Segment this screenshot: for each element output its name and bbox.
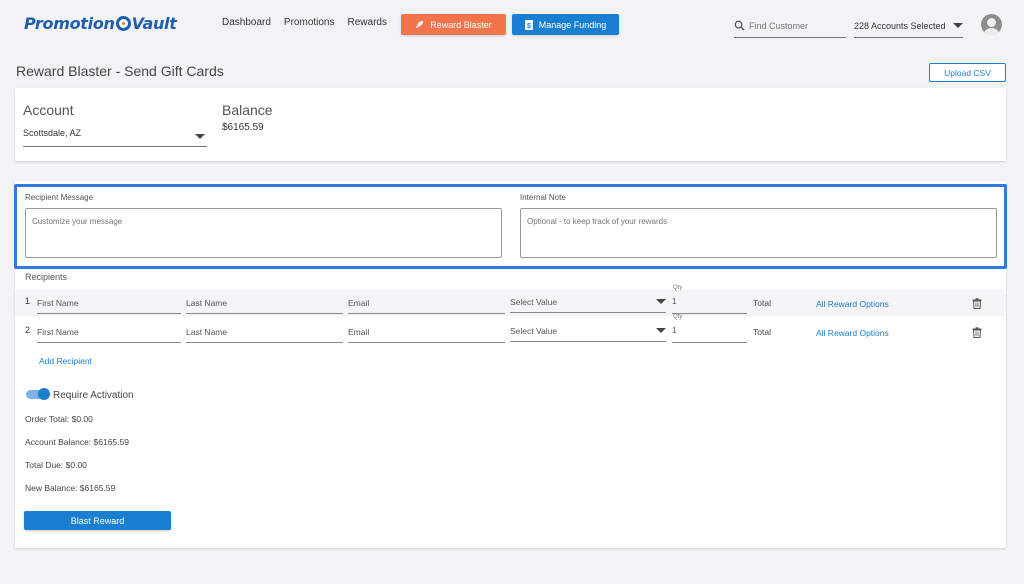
nav-rewards[interactable]: Rewards	[348, 17, 387, 28]
manage-funding-label: Manage Funding	[538, 19, 607, 30]
select-value-text: Select Value	[510, 296, 558, 307]
internal-note-label: Internal Note	[520, 193, 566, 202]
vault-dial-icon	[115, 15, 131, 31]
chevron-down-icon	[195, 134, 205, 139]
row-total: Total	[753, 298, 771, 308]
qty-input[interactable]: 1	[672, 321, 747, 343]
find-customer-input[interactable]	[749, 20, 839, 31]
new-balance-text: New Balance: $6165.59	[25, 483, 116, 493]
account-value: Scottsdale, AZ	[23, 128, 82, 138]
promotion-vault-logo[interactable]: Promotion Vault	[24, 12, 177, 34]
reward-blaster-label: Reward Blaster	[430, 19, 492, 30]
account-select[interactable]: Scottsdale, AZ	[23, 128, 207, 147]
search-icon	[734, 20, 745, 31]
svg-text:$: $	[527, 23, 531, 30]
top-header: Promotion Vault Dashboard Promotions Rew…	[0, 0, 1024, 48]
reward-value-select[interactable]: Select Value	[510, 320, 666, 342]
reward-blaster-button[interactable]: Reward Blaster	[401, 14, 506, 35]
upload-csv-button[interactable]: Upload CSV	[929, 63, 1006, 82]
last-name-input[interactable]: Last Name	[186, 321, 343, 343]
nav-promotions[interactable]: Promotions	[284, 17, 335, 28]
email-input[interactable]: Email	[348, 292, 505, 314]
last-name-input[interactable]: Last Name	[186, 292, 343, 314]
account-balance-text: Account Balance: $6165.59	[25, 437, 129, 447]
all-reward-options-link[interactable]: All Reward Options	[816, 328, 889, 338]
logo-text-vault: Vault	[131, 13, 177, 33]
all-reward-options-link[interactable]: All Reward Options	[816, 299, 889, 309]
select-value-text: Select Value	[510, 325, 558, 336]
first-name-input[interactable]: First Name	[37, 321, 181, 343]
rocket-icon	[416, 20, 424, 29]
balance-label: Balance	[222, 102, 273, 118]
row-total: Total	[753, 327, 771, 337]
chevron-down-icon	[656, 299, 666, 304]
add-recipient-link[interactable]: Add Recipient	[39, 356, 92, 366]
require-activation-label: Require Activation	[53, 390, 134, 401]
chevron-down-icon	[656, 328, 666, 333]
balance-value: $6165.59	[222, 122, 264, 133]
first-name-input[interactable]: First Name	[37, 292, 181, 314]
qty-label: Qty	[673, 285, 683, 291]
account-label: Account	[23, 102, 74, 118]
find-customer-field[interactable]	[734, 14, 846, 38]
qty-label: Qty	[673, 314, 683, 320]
account-card: Account Scottsdale, AZ Balance $6165.59	[15, 88, 1006, 161]
nav-dashboard[interactable]: Dashboard	[222, 17, 271, 28]
recipient-message-label: Recipient Message	[25, 193, 94, 202]
accounts-selected-text: 228 Accounts Selected	[854, 20, 946, 31]
blast-reward-button[interactable]: Blast Reward	[24, 511, 171, 530]
recipient-message-input[interactable]	[25, 208, 502, 258]
manage-funding-button[interactable]: $ Manage Funding	[512, 14, 619, 35]
qty-input[interactable]: 1	[672, 292, 747, 314]
recipients-label: Recipients	[25, 272, 68, 282]
total-due-text: Total Due: $0.00	[25, 460, 87, 470]
require-activation-toggle[interactable]	[26, 388, 50, 400]
page-title: Reward Blaster - Send Gift Cards	[16, 63, 224, 79]
internal-note-input[interactable]	[520, 208, 997, 258]
trash-icon[interactable]	[972, 327, 982, 338]
trash-icon[interactable]	[972, 298, 982, 309]
order-total-text: Order Total: $0.00	[25, 414, 93, 424]
chevron-down-icon	[953, 23, 963, 28]
email-input[interactable]: Email	[348, 321, 505, 343]
accounts-selected-dropdown[interactable]: 228 Accounts Selected	[854, 14, 963, 38]
user-avatar-icon[interactable]	[981, 14, 1002, 35]
reward-value-select[interactable]: Select Value	[510, 291, 666, 313]
logo-text-promotion: Promotion	[24, 13, 115, 33]
row-number: 1	[25, 296, 31, 306]
dollar-document-icon: $	[524, 19, 533, 30]
main-nav: Dashboard Promotions Rewards	[222, 17, 387, 28]
row-number: 2	[25, 325, 31, 335]
